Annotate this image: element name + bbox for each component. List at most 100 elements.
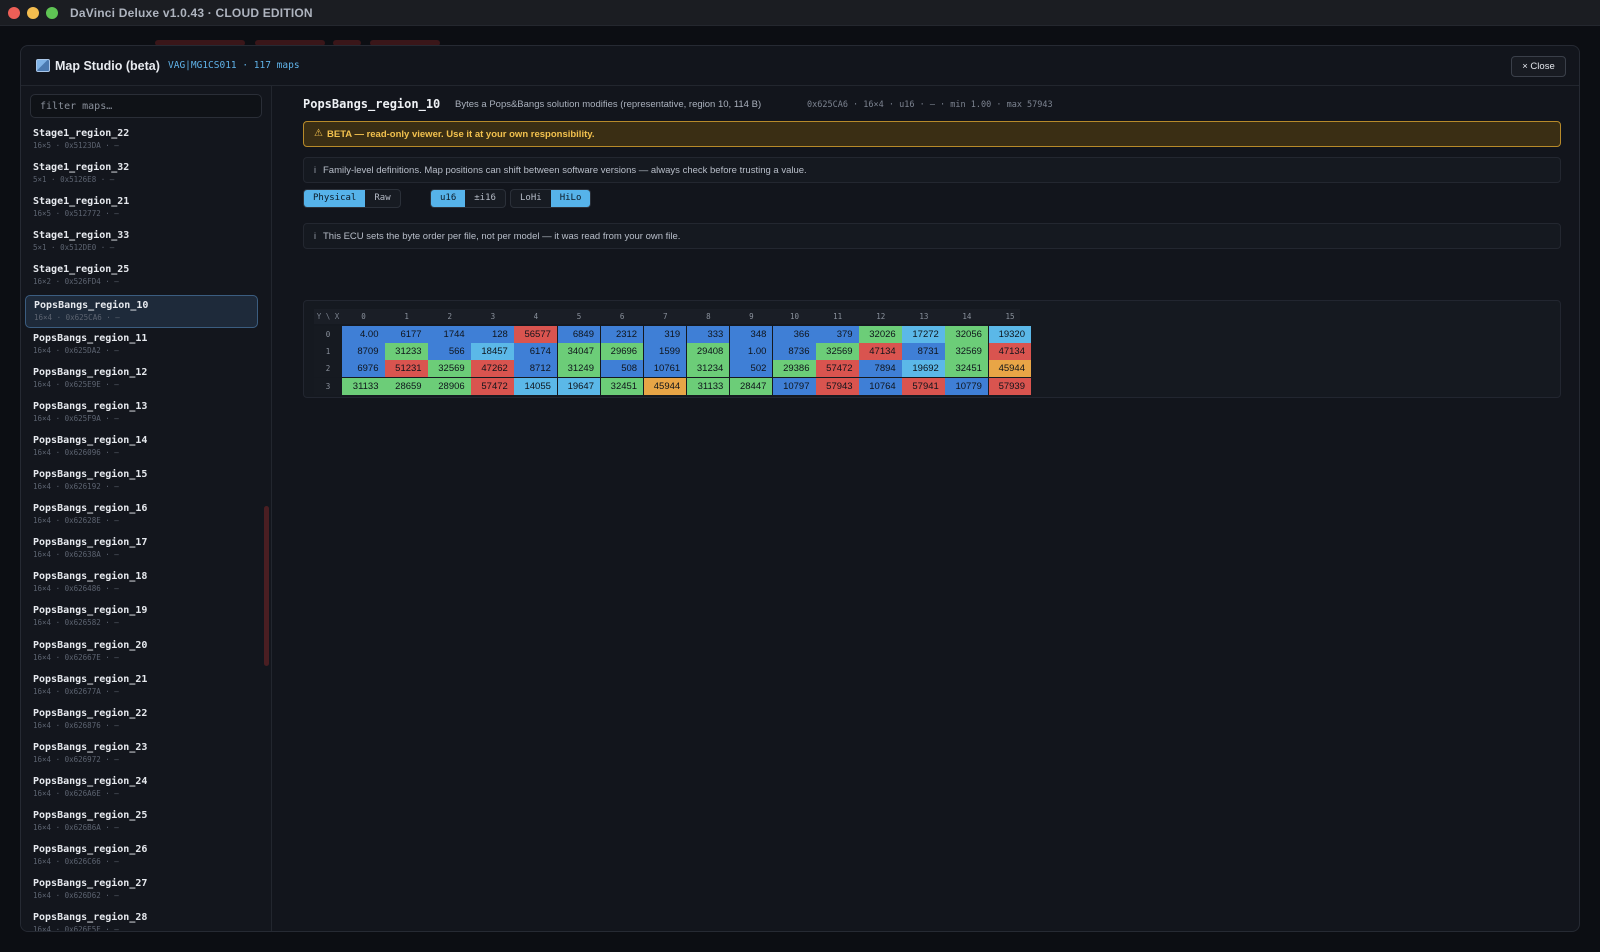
map-list-item[interactable]: PopsBangs_region_22 16×4 · 0x626876 · – (25, 704, 258, 737)
toggle-u16-button[interactable]: u16 (431, 190, 466, 207)
filter-maps-input[interactable] (30, 94, 262, 118)
toggle-hilo-button[interactable]: HiLo (550, 190, 591, 207)
grid-cell[interactable]: 128 (471, 326, 514, 343)
grid-cell[interactable]: 45944 (988, 360, 1031, 378)
map-list-item[interactable]: Stage1_region_22 16×5 · 0x5123DA · – (25, 124, 258, 157)
grid-cell[interactable]: 57472 (816, 360, 859, 378)
grid-cell[interactable]: 10761 (643, 360, 687, 378)
maximize-window-icon[interactable] (46, 7, 58, 19)
toggle-i16-button[interactable]: ±i16 (465, 190, 505, 207)
grid-cell[interactable]: 6976 (342, 360, 385, 378)
grid-cell[interactable]: 10779 (945, 377, 988, 395)
grid-cell[interactable]: 8731 (902, 343, 945, 361)
grid-cell[interactable]: 6174 (514, 343, 557, 361)
map-list-item[interactable]: PopsBangs_region_10 16×4 · 0x625CA6 · – (25, 294, 258, 328)
grid-cell[interactable]: 29386 (773, 360, 816, 378)
map-list-item[interactable]: PopsBangs_region_14 16×4 · 0x626096 · – (25, 431, 258, 464)
grid-cell[interactable]: 14055 (514, 377, 557, 395)
map-list[interactable]: Stage1_region_22 16×5 · 0x5123DA · – Stage… (21, 123, 272, 931)
map-list-item[interactable]: PopsBangs_region_16 16×4 · 0x62628E · – (25, 499, 258, 532)
map-list-item[interactable]: PopsBangs_region_15 16×4 · 0x626192 · – (25, 465, 258, 498)
grid-cell[interactable]: 29696 (600, 343, 644, 361)
grid-cell[interactable]: 7894 (859, 360, 902, 378)
map-list-item[interactable]: PopsBangs_region_23 16×4 · 0x626972 · – (25, 738, 258, 771)
grid-cell[interactable]: 29408 (686, 343, 730, 361)
toggle-raw-hex-button[interactable]: Raw hex (365, 190, 399, 207)
grid-cell[interactable]: 333 (686, 326, 730, 343)
grid-cell[interactable]: 28659 (385, 377, 428, 395)
map-list-item[interactable]: PopsBangs_region_11 16×4 · 0x625DA2 · – (25, 329, 258, 362)
grid-cell[interactable]: 18457 (471, 343, 514, 361)
grid-cell[interactable]: 31133 (686, 377, 730, 395)
grid-cell[interactable]: 47134 (859, 343, 902, 361)
grid-cell[interactable]: 366 (773, 326, 816, 343)
sidebar-scrollbar[interactable] (264, 506, 269, 666)
grid-cell[interactable]: 34047 (557, 343, 600, 361)
grid-cell[interactable]: 17272 (902, 326, 945, 343)
grid-cell[interactable]: 379 (816, 326, 859, 343)
grid-cell[interactable]: 47134 (988, 343, 1031, 361)
map-list-item[interactable]: PopsBangs_region_27 16×4 · 0x626D62 · – (25, 874, 258, 907)
grid-cell[interactable]: 508 (600, 360, 644, 378)
grid-cell[interactable]: 6849 (557, 326, 600, 343)
grid-cell[interactable]: 45944 (643, 377, 687, 395)
grid-cell[interactable]: 32451 (945, 360, 988, 378)
grid-cell[interactable]: 51231 (385, 360, 428, 378)
grid-cell[interactable]: 57941 (902, 377, 945, 395)
toggle-physical-button[interactable]: Physical (304, 190, 366, 207)
grid-cell[interactable]: 566 (428, 343, 471, 361)
map-list-item[interactable]: PopsBangs_region_21 16×4 · 0x62677A · – (25, 670, 258, 703)
grid-cell[interactable]: 1599 (643, 343, 687, 361)
grid-cell[interactable]: 47262 (471, 360, 514, 378)
grid-cell[interactable]: 56577 (514, 326, 557, 343)
map-list-item[interactable]: PopsBangs_region_13 16×4 · 0x625F9A · – (25, 397, 258, 430)
grid-cell[interactable]: 8736 (773, 343, 816, 361)
map-list-item[interactable]: PopsBangs_region_28 16×4 · 0x626E5E · – (25, 908, 258, 931)
map-list-item[interactable]: Stage1_region_33 5×1 · 0x512DE0 · – (25, 226, 258, 259)
grid-cell[interactable]: 8709 (342, 343, 385, 361)
grid-cell[interactable]: 28906 (428, 377, 471, 395)
map-list-item[interactable]: Stage1_region_21 16×5 · 0x512772 · – (25, 192, 258, 225)
map-list-item[interactable]: PopsBangs_region_12 16×4 · 0x625E9E · – (25, 363, 258, 396)
map-list-item[interactable]: PopsBangs_region_24 16×4 · 0x626A6E · – (25, 772, 258, 805)
grid-cell[interactable]: 31234 (686, 360, 730, 378)
grid-cell[interactable]: 10797 (773, 377, 816, 395)
grid-cell[interactable]: 319 (643, 326, 687, 343)
grid-cell[interactable]: 57939 (988, 377, 1031, 395)
grid-cell[interactable]: 1.00 (729, 343, 773, 361)
grid-cell[interactable]: 8712 (514, 360, 557, 378)
map-list-item[interactable]: PopsBangs_region_19 16×4 · 0x626582 · – (25, 601, 258, 634)
toggle-lohi-button[interactable]: LoHi (511, 190, 551, 207)
grid-cell[interactable]: 2312 (600, 326, 644, 343)
grid-cell[interactable]: 32569 (816, 343, 859, 361)
map-list-item[interactable]: Stage1_region_25 16×2 · 0x526FD4 · – (25, 260, 258, 293)
map-list-item[interactable]: PopsBangs_region_17 16×4 · 0x62638A · – (25, 533, 258, 566)
grid-cell[interactable]: 28447 (729, 377, 773, 395)
grid-cell[interactable]: 10764 (859, 377, 902, 395)
map-list-item[interactable]: PopsBangs_region_26 16×4 · 0x626C66 · – (25, 840, 258, 873)
grid-cell[interactable]: 57943 (816, 377, 859, 395)
grid-cell[interactable]: 6177 (385, 326, 428, 343)
grid-cell[interactable]: 31233 (385, 343, 428, 361)
grid-cell[interactable]: 19320 (988, 326, 1031, 343)
grid-cell[interactable]: 4.00 (342, 326, 385, 343)
grid-cell[interactable]: 348 (729, 326, 773, 343)
grid-cell[interactable]: 32056 (945, 326, 988, 343)
grid-cell[interactable]: 19692 (902, 360, 945, 378)
grid-cell[interactable]: 1744 (428, 326, 471, 343)
grid-cell[interactable]: 57472 (471, 377, 514, 395)
grid-cell[interactable]: 32569 (428, 360, 471, 378)
grid-cell[interactable]: 32026 (859, 326, 902, 343)
close-button[interactable]: × Close (1511, 56, 1566, 77)
grid-cell[interactable]: 31249 (557, 360, 600, 378)
grid-cell[interactable]: 31133 (342, 377, 385, 395)
grid-cell[interactable]: 32569 (945, 343, 988, 361)
grid-cell[interactable]: 19647 (557, 377, 600, 395)
minimize-window-icon[interactable] (27, 7, 39, 19)
map-list-item[interactable]: PopsBangs_region_20 16×4 · 0x62667E · – (25, 636, 258, 669)
map-list-item[interactable]: Stage1_region_32 5×1 · 0x5126E8 · – (25, 158, 258, 191)
map-list-item[interactable]: PopsBangs_region_18 16×4 · 0x626486 · – (25, 567, 258, 600)
map-list-item[interactable]: PopsBangs_region_25 16×4 · 0x626B6A · – (25, 806, 258, 839)
grid-cell[interactable]: 502 (729, 360, 773, 378)
close-window-icon[interactable] (8, 7, 20, 19)
